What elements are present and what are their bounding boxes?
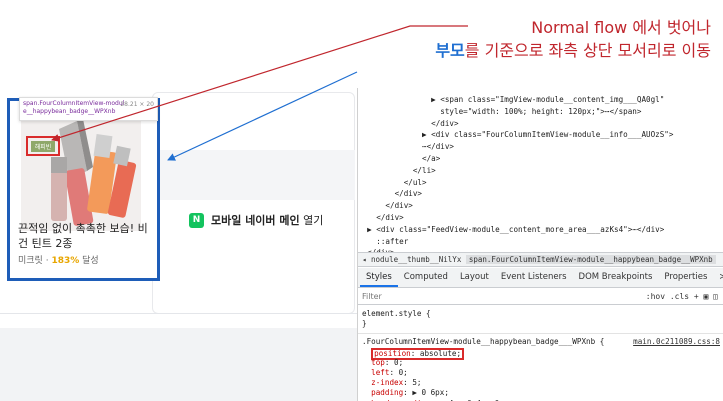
- dom-node-line[interactable]: ⋯</div>: [358, 141, 723, 153]
- product-thumbnail[interactable]: 해피빈: [21, 111, 141, 231]
- styles-filter[interactable]: Filter :hov .cls + ▣ ◫: [358, 289, 723, 305]
- achievement-percent: 183%: [51, 256, 80, 266]
- rule-separator: [358, 330, 723, 335]
- css-declaration-z-index[interactable]: z-index: 5;: [362, 378, 723, 388]
- dom-node-line[interactable]: </div>: [358, 212, 723, 224]
- tooltip-dimensions: 28.21 × 20: [120, 101, 154, 108]
- tab-[interactable]: ≫: [713, 268, 723, 287]
- happybean-badge-highlight: 해피빈: [26, 136, 60, 156]
- tab-dom-breakpoints[interactable]: DOM Breakpoints: [573, 268, 659, 287]
- dom-node-line[interactable]: style="width: 100%; height: 120px;">⋯</s…: [358, 106, 723, 118]
- annotation: Normal flow 에서 벗어나 부모를 기준으로 좌측 상단 모서리로 이…: [435, 16, 711, 62]
- dom-node-line[interactable]: </ul>: [358, 177, 723, 189]
- breadcrumb-selected[interactable]: span.FourColumnItemView-module__happybea…: [465, 255, 716, 264]
- devtools-inspect-tooltip: span.FourColumnItemView-modul e__happybe…: [19, 97, 158, 121]
- annotation-line-1: Normal flow 에서 벗어나: [531, 18, 711, 37]
- element-style-line: }: [362, 319, 367, 329]
- naver-link-label: 모바일 네이버 메인 열기: [211, 214, 324, 227]
- side-panel: [152, 92, 355, 314]
- filter-toolbar[interactable]: :hov .cls + ▣ ◫: [646, 289, 718, 304]
- dom-node-line[interactable]: ▶ <div class="FeedView-module__content_m…: [358, 224, 723, 236]
- elements-tree[interactable]: ▶ <span class="ImgView-module__content_i…: [358, 88, 723, 257]
- breadcrumb-item[interactable]: ◂ nodule__thumb__NilYx: [362, 255, 461, 264]
- css-declaration-position[interactable]: position: absolute;: [362, 347, 723, 360]
- css-declaration-top[interactable]: top: 0;: [362, 358, 723, 368]
- dom-node-line[interactable]: </li>: [358, 165, 723, 177]
- annotation-emphasis: 부모: [435, 41, 465, 60]
- product-meta: 미크릿 · 183% 달성: [18, 256, 99, 266]
- product-title[interactable]: 끈적임 없이 촉촉한 보습! 비건 틴트 2종: [18, 221, 156, 251]
- seller-name: 미크릿: [18, 256, 43, 266]
- screenshot-stage: Normal flow 에서 벗어나 부모를 기준으로 좌측 상단 모서리로 이…: [0, 0, 723, 401]
- tab-styles[interactable]: Styles: [360, 268, 398, 287]
- dom-node-line[interactable]: </div>: [358, 118, 723, 130]
- element-style-line: element.style {: [362, 309, 431, 318]
- dom-node-line[interactable]: </a>: [358, 153, 723, 165]
- annotation-line-2-rest: 를 기준으로 좌측 상단 모서리로 이동: [464, 41, 711, 60]
- dom-node-line[interactable]: </div>: [358, 200, 723, 212]
- dom-node-line[interactable]: ▶ <div class="FourColumnItemView-module_…: [358, 129, 723, 141]
- filter-input[interactable]: Filter: [362, 292, 382, 301]
- happybean-badge: 해피빈: [31, 141, 55, 152]
- tab-layout[interactable]: Layout: [454, 268, 495, 287]
- styles-tabbar: Styles Computed Layout Event Listeners DOM B…: [358, 268, 723, 288]
- annotation-line-2: 부모를 기준으로 좌측 상단 모서리로 이동: [435, 39, 711, 62]
- side-panel-banner: [160, 150, 355, 200]
- stylesheet-source-link[interactable]: main.0c211089.css:8: [633, 337, 720, 347]
- css-rule-selector[interactable]: .FourColumnItemView-module__happybean_ba…: [362, 337, 723, 347]
- product-card[interactable]: 해피빈 span.FourColumnItemView-modul e__hap…: [7, 97, 160, 281]
- dom-node-line[interactable]: ::after: [358, 236, 723, 248]
- devtools-panel: ▶ <span class="ImgView-module__content_i…: [357, 88, 723, 401]
- css-declaration-padding[interactable]: padding: ▶ 0 6px;: [362, 388, 723, 398]
- css-declaration-left[interactable]: left: 0;: [362, 368, 723, 378]
- elements-breadcrumb[interactable]: ◂ nodule__thumb__NilYx span.FourColumnIt…: [358, 252, 723, 267]
- tab-event-listeners[interactable]: Event Listeners: [495, 268, 573, 287]
- section-divider: [0, 313, 357, 314]
- tab-computed[interactable]: Computed: [398, 268, 454, 287]
- mobile-naver-main-link[interactable]: N 모바일 네이버 메인 열기: [189, 210, 323, 230]
- dom-node-line[interactable]: </div>: [358, 188, 723, 200]
- lip-tint-image: [21, 111, 141, 231]
- page-footer-band: [0, 328, 357, 401]
- tab-properties[interactable]: Properties: [658, 268, 713, 287]
- achievement-status: 달성: [79, 256, 99, 266]
- styles-pane[interactable]: element.style {} .FourColumnItemView-modu…: [358, 306, 723, 401]
- naver-logo-icon: N: [189, 212, 204, 228]
- dom-node-line[interactable]: ▶ <span class="ImgView-module__content_i…: [358, 94, 723, 106]
